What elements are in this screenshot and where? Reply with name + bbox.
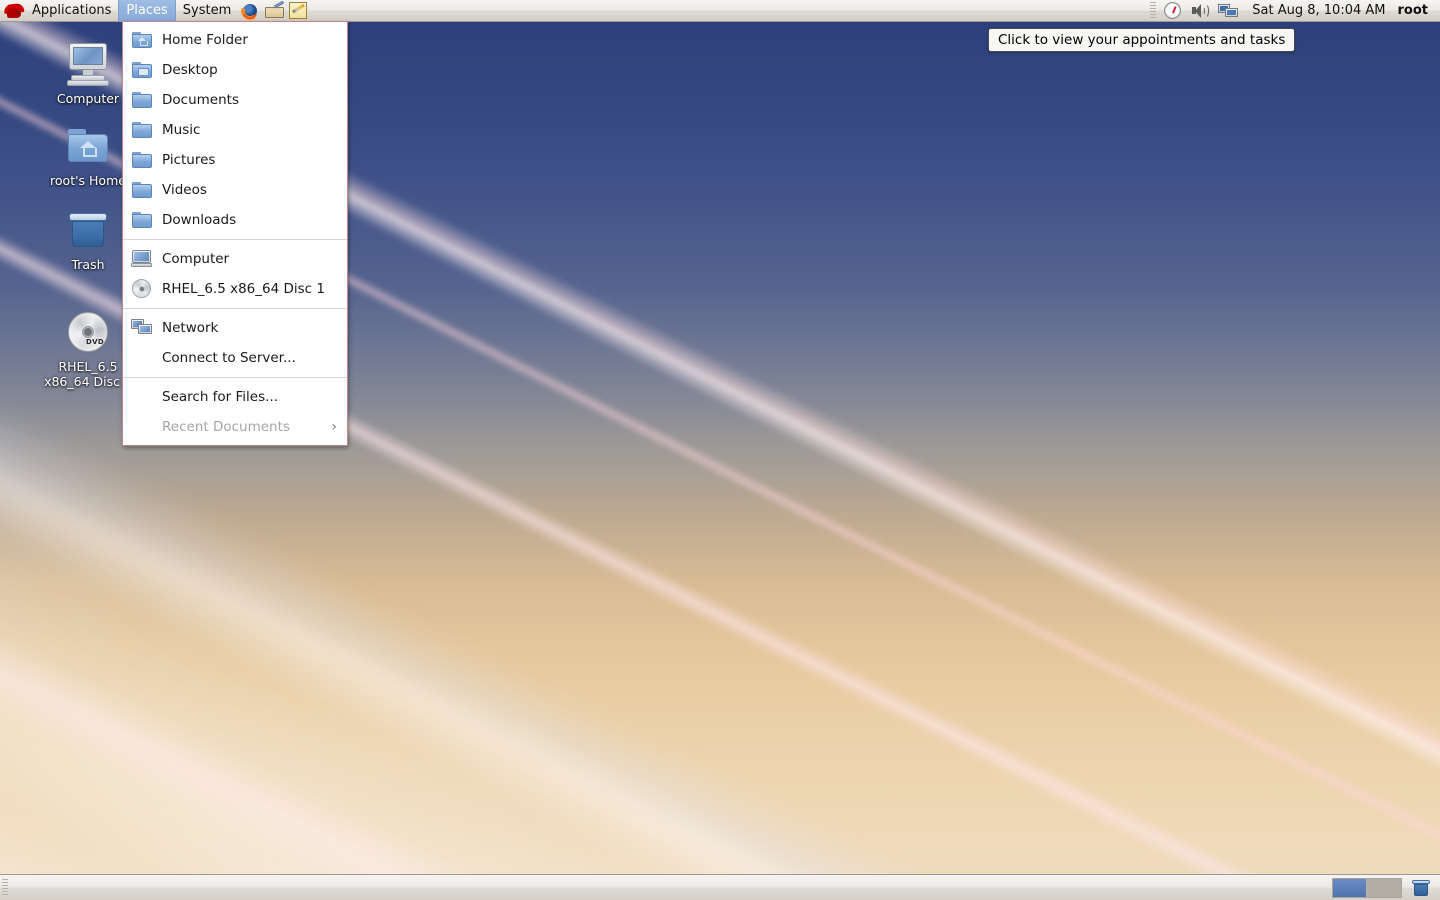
places-item-label: Recent Documents	[162, 419, 290, 435]
places-item-music[interactable]: Music	[123, 115, 347, 145]
mail-icon	[264, 0, 284, 19]
places-item-label: Connect to Server...	[162, 350, 296, 366]
chevron-right-icon: ›	[331, 419, 337, 435]
places-item-label: Desktop	[162, 62, 218, 78]
places-item-search-for-files[interactable]: Search for Files...	[123, 382, 347, 412]
gauge-icon	[1163, 2, 1181, 19]
places-item-connect-to-server[interactable]: Connect to Server...	[123, 343, 347, 373]
places-item-label: Network	[162, 320, 219, 336]
speaker-icon	[1191, 3, 1210, 19]
places-item-label: Downloads	[162, 212, 237, 228]
redhat-shadowman-icon	[3, 2, 25, 20]
workspace-switcher[interactable]	[1332, 877, 1402, 898]
places-item-label: RHEL_6.5 x86_64 Disc 1	[162, 281, 325, 297]
top-panel: Applications Places System Sat Aug 8, 10…	[0, 0, 1440, 22]
places-item-label: Pictures	[162, 152, 216, 168]
folder-icon	[131, 179, 153, 201]
trash-icon	[64, 206, 112, 254]
volume-applet[interactable]	[1186, 0, 1214, 22]
window-list[interactable]	[10, 875, 1332, 900]
clock-applet[interactable]: Sat Aug 8, 10:04 AM	[1242, 3, 1395, 18]
menu-places[interactable]: Places	[118, 0, 176, 22]
folder-icon	[131, 149, 153, 171]
places-item-home-folder[interactable]: Home Folder	[123, 25, 347, 55]
places-item-recent-documents[interactable]: Recent Documents ›	[123, 412, 347, 442]
bottom-panel	[0, 874, 1440, 900]
desktop-folder-icon	[131, 59, 153, 81]
menu-system-label: System	[182, 3, 232, 18]
evolution-mail-launcher[interactable]	[262, 0, 286, 22]
menu-places-label: Places	[126, 3, 168, 18]
places-item-label: Videos	[162, 182, 207, 198]
notepad-pencil-icon	[289, 2, 308, 19]
menu-separator	[123, 239, 347, 240]
folder-icon	[131, 119, 153, 141]
menu-applications[interactable]: Applications	[25, 0, 118, 22]
network-applet[interactable]	[1214, 0, 1242, 22]
clock-tooltip: Click to view your appointments and task…	[988, 28, 1296, 52]
network-icon	[131, 317, 153, 339]
places-item-label: Computer	[162, 251, 230, 267]
panel-grip[interactable]	[2, 878, 8, 897]
no-icon	[131, 416, 153, 438]
menu-separator	[123, 377, 347, 378]
folder-icon	[131, 89, 153, 111]
home-folder-icon	[131, 29, 153, 51]
places-item-desktop[interactable]: Desktop	[123, 55, 347, 85]
places-item-network[interactable]: Network	[123, 313, 347, 343]
places-item-videos[interactable]: Videos	[123, 175, 347, 205]
menu-applications-label: Applications	[32, 3, 112, 18]
firefox-launcher[interactable]	[238, 0, 262, 22]
workspace-1[interactable]	[1333, 878, 1367, 897]
places-item-label: Documents	[162, 92, 239, 108]
cd-icon	[131, 278, 153, 300]
trash-icon	[1412, 879, 1430, 896]
no-icon	[131, 347, 153, 369]
menu-separator	[123, 308, 347, 309]
firefox-icon	[241, 1, 260, 20]
places-item-disc[interactable]: RHEL_6.5 x86_64 Disc 1	[123, 274, 347, 304]
places-item-computer[interactable]: Computer	[123, 244, 347, 274]
places-item-label: Home Folder	[162, 32, 248, 48]
places-item-label: Music	[162, 122, 201, 138]
places-item-documents[interactable]: Documents	[123, 85, 347, 115]
places-menu-popup: Home Folder Desktop Documents Music Pict…	[122, 21, 348, 446]
dvd-badge-label: DVD	[86, 338, 104, 346]
places-item-downloads[interactable]: Downloads	[123, 205, 347, 235]
trash-applet[interactable]	[1408, 875, 1434, 900]
folder-icon	[131, 209, 153, 231]
computer-icon	[131, 248, 153, 270]
user-menu[interactable]: root	[1396, 3, 1440, 18]
workspace-2[interactable]	[1367, 878, 1401, 897]
network-icon	[1218, 2, 1239, 19]
system-monitor-applet[interactable]	[1158, 0, 1186, 22]
panel-grip[interactable]	[1150, 1, 1157, 20]
notes-launcher[interactable]	[286, 0, 310, 22]
dvd-disc-icon: DVD	[64, 308, 112, 356]
places-item-label: Search for Files...	[162, 389, 279, 405]
menu-system[interactable]: System	[176, 0, 238, 22]
places-item-pictures[interactable]: Pictures	[123, 145, 347, 175]
home-folder-icon	[64, 122, 112, 170]
no-icon	[131, 386, 153, 408]
computer-icon	[64, 40, 112, 88]
